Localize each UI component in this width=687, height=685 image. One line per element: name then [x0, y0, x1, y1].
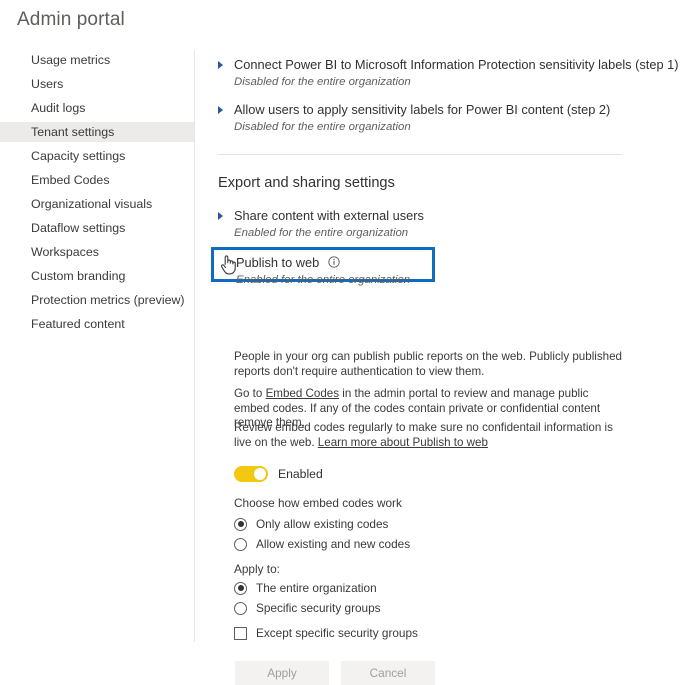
- sidebar-item-label: Capacity settings: [31, 149, 126, 163]
- section-heading-export-sharing: Export and sharing settings: [218, 175, 395, 191]
- sidebar-item-capacity-settings[interactable]: Capacity settings: [0, 146, 194, 166]
- sidebar-item-label: Protection metrics (preview): [31, 293, 185, 307]
- section-divider: [218, 154, 622, 155]
- checkbox-except-specific-security-groups[interactable]: Except specific security groups: [234, 626, 418, 640]
- toggle-knob: [254, 468, 266, 480]
- chevron-right-icon[interactable]: [218, 106, 223, 114]
- setting-status: Disabled for the entire organization: [234, 76, 411, 88]
- radio-allow-existing-and-new-codes[interactable]: Allow existing and new codes: [234, 537, 410, 551]
- embed-codes-group-label: Choose how embed codes work: [234, 496, 402, 510]
- description-paragraph-1: People in your org can publish public re…: [234, 350, 622, 378]
- setting-status: Disabled for the entire organization: [234, 121, 411, 133]
- sidebar-item-custom-branding[interactable]: Custom branding: [0, 266, 194, 286]
- sidebar-item-label: Audit logs: [31, 101, 86, 115]
- setting-allow-users-sensitivity-labels[interactable]: Allow users to apply sensitivity labels …: [211, 102, 610, 135]
- radio-label: Specific security groups: [256, 601, 381, 615]
- radio-specific-security-groups[interactable]: Specific security groups: [234, 601, 381, 615]
- checkbox-indicator[interactable]: [234, 626, 247, 640]
- radio-indicator[interactable]: [234, 517, 247, 531]
- sidebar-item-organizational-visuals[interactable]: Organizational visuals: [0, 194, 194, 214]
- radio-indicator[interactable]: [234, 581, 247, 595]
- sidebar-item-tenant-settings[interactable]: Tenant settings: [0, 122, 194, 142]
- info-circle-icon[interactable]: [328, 256, 340, 268]
- sidebar-item-label: Workspaces: [31, 245, 99, 259]
- radio-label: Allow existing and new codes: [256, 537, 411, 551]
- hand-pointer-cursor-icon: [220, 255, 236, 275]
- chevron-right-icon[interactable]: [218, 212, 223, 220]
- learn-more-publish-to-web-link[interactable]: Learn more about Publish to web: [318, 436, 488, 449]
- radio-only-allow-existing-codes[interactable]: Only allow existing codes: [234, 517, 388, 531]
- tenant-settings-content: Connect Power BI to Microsoft Informatio…: [211, 50, 687, 685]
- checkbox-label: Except specific security groups: [256, 626, 418, 640]
- page-title: Admin portal: [17, 9, 125, 30]
- cancel-button[interactable]: Cancel: [341, 661, 435, 685]
- embed-codes-link[interactable]: Embed Codes: [266, 387, 339, 400]
- chevron-right-icon[interactable]: [218, 61, 223, 69]
- sidebar-item-protection-metrics[interactable]: Protection metrics (preview): [0, 290, 194, 310]
- apply-to-group-label: Apply to:: [234, 562, 280, 576]
- setting-title: Publish to web: [236, 255, 320, 270]
- sidebar-item-label: Tenant settings: [31, 125, 115, 139]
- sidebar-item-label: Embed Codes: [31, 173, 110, 187]
- setting-title: Share content with external users: [234, 208, 424, 223]
- setting-share-content-external-users[interactable]: Share content with external users Enable…: [211, 208, 424, 241]
- setting-connect-power-bi-mip[interactable]: Connect Power BI to Microsoft Informatio…: [211, 57, 679, 90]
- toggle-track[interactable]: [234, 466, 268, 482]
- description-paragraph-3: Review embed codes regularly to make sur…: [234, 421, 624, 450]
- sidebar-item-usage-metrics[interactable]: Usage metrics: [0, 50, 194, 70]
- sidebar-item-dataflow-settings[interactable]: Dataflow settings: [0, 218, 194, 238]
- sidebar-item-label: Organizational visuals: [31, 197, 153, 211]
- setting-publish-to-web[interactable]: Publish to web Enabled for the entire or…: [211, 247, 435, 286]
- sidebar-item-label: Dataflow settings: [31, 221, 126, 235]
- sidebar-item-label: Featured content: [31, 317, 125, 331]
- radio-the-entire-organization[interactable]: The entire organization: [234, 581, 377, 595]
- publish-to-web-toggle[interactable]: Enabled: [234, 464, 323, 484]
- sidebar-item-label: Users: [31, 77, 64, 91]
- radio-label: Only allow existing codes: [256, 517, 389, 531]
- sidebar-item-label: Custom branding: [31, 269, 126, 283]
- sidebar-item-users[interactable]: Users: [0, 74, 194, 94]
- radio-label: The entire organization: [256, 581, 377, 595]
- toggle-label: Enabled: [278, 467, 323, 481]
- sidebar-item-embed-codes[interactable]: Embed Codes: [0, 170, 194, 190]
- setting-status: Enabled for the entire organization: [234, 227, 409, 239]
- sidebar-item-audit-logs[interactable]: Audit logs: [0, 98, 194, 118]
- radio-indicator[interactable]: [234, 601, 247, 615]
- apply-button[interactable]: Apply: [235, 661, 329, 685]
- setting-title-row: Publish to web: [236, 255, 410, 271]
- sidebar-navigation: Usage metrics Users Audit logs Tenant se…: [0, 50, 195, 642]
- setting-title: Connect Power BI to Microsoft Informatio…: [234, 57, 679, 72]
- sidebar-item-label: Usage metrics: [31, 53, 111, 67]
- sidebar-item-featured-content[interactable]: Featured content: [0, 314, 194, 334]
- paragraph-2-text-before: Go to: [234, 387, 266, 400]
- radio-indicator[interactable]: [234, 537, 247, 551]
- setting-title: Allow users to apply sensitivity labels …: [234, 102, 611, 117]
- sidebar-item-workspaces[interactable]: Workspaces: [0, 242, 194, 262]
- setting-status: Enabled for the entire organization: [236, 274, 411, 286]
